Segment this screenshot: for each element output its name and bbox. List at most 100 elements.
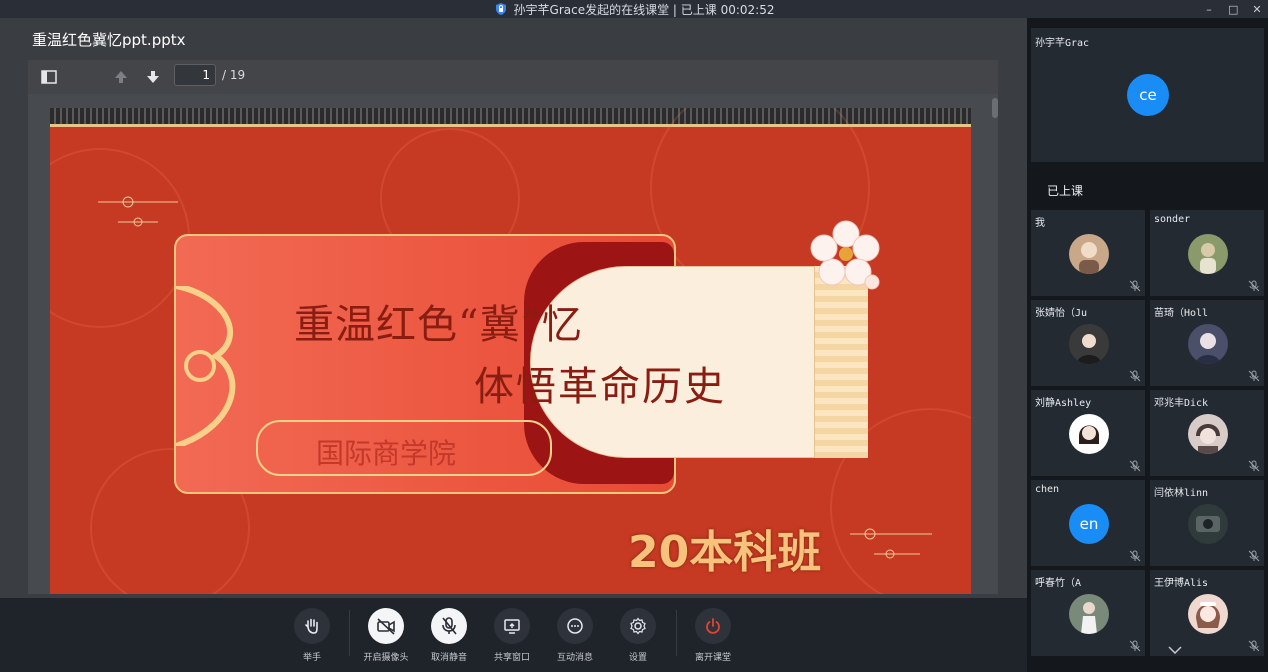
cloud-ornament-icon — [850, 528, 932, 559]
mic-off-icon — [1248, 370, 1260, 382]
avatar — [1188, 324, 1228, 364]
meeting-controls: 举手 开启摄像头 取消静音 共享窗口 互动消息 设置 离开课堂 — [0, 598, 1027, 672]
chat-button[interactable]: 互动消息 — [545, 608, 605, 663]
avatar — [1069, 234, 1109, 274]
document-title: 重温红色冀忆ppt.pptx — [32, 31, 186, 49]
chevron-down-icon[interactable] — [1168, 646, 1182, 654]
power-icon — [706, 618, 720, 634]
participant-name: sonder — [1154, 214, 1191, 225]
cloud-pattern — [50, 148, 190, 328]
viewer-scrollbar[interactable] — [992, 98, 998, 118]
participant-tile[interactable]: 苗琦（Holl — [1150, 300, 1264, 386]
leave-class-button[interactable]: 离开课堂 — [683, 608, 743, 663]
participant-tile[interactable]: 我 — [1031, 210, 1145, 296]
avatar — [1188, 594, 1228, 634]
controls-divider — [349, 610, 350, 656]
mic-off-icon — [1248, 280, 1260, 292]
share-window-button[interactable]: 共享窗口 — [482, 608, 542, 663]
avatar — [1188, 414, 1228, 454]
share-label: 共享窗口 — [493, 653, 530, 663]
chat-icon — [567, 618, 583, 634]
shield-icon — [495, 3, 506, 15]
participant-tile[interactable]: 邓兆丰Dick — [1150, 390, 1264, 476]
title-scroll-edge — [814, 266, 868, 458]
camera-toggle-button[interactable]: 开启摄像头 — [356, 608, 416, 663]
next-page-button[interactable] — [142, 66, 164, 88]
slide-canvas: 重温红色“冀”忆 体悟革命历史 国际商学院 20本科班 — [50, 108, 971, 594]
leave-label: 离开课堂 — [694, 653, 731, 663]
gear-icon — [630, 617, 646, 635]
raise-hand-button[interactable]: 举手 — [282, 608, 342, 663]
plum-blossom-icon — [810, 220, 880, 290]
participant-name: 刘静Ashley — [1035, 398, 1092, 409]
mic-off-icon — [1248, 550, 1260, 562]
arrow-up-icon — [115, 71, 127, 83]
sidebar-icon — [41, 70, 57, 84]
teacher-name: 孙宇芊Grac — [1035, 38, 1090, 49]
screen-share-icon — [504, 619, 520, 634]
mic-off-icon — [1248, 460, 1260, 472]
settings-label: 设置 — [628, 653, 647, 663]
mute-toggle-button[interactable]: 取消静音 — [419, 608, 479, 663]
avatar — [1188, 504, 1228, 544]
mic-off-icon — [1129, 550, 1141, 562]
viewer-toolbar: 1 / 19 — [28, 60, 998, 94]
chat-label: 互动消息 — [556, 653, 593, 663]
participant-tile[interactable]: 闫依林linn — [1150, 480, 1264, 566]
slide-class-label: 20本科班 — [628, 527, 822, 578]
mic-off-icon — [1129, 370, 1141, 382]
hand-icon — [305, 618, 318, 634]
slide-viewer[interactable]: 重温红色“冀”忆 体悟革命历史 国际商学院 20本科班 — [28, 94, 998, 594]
teacher-video-tile[interactable]: 孙宇芊Grac ce — [1031, 28, 1264, 162]
participant-name: 我 — [1035, 218, 1045, 229]
participant-name: 呼春竹（A — [1035, 578, 1082, 589]
settings-button[interactable]: 设置 — [608, 608, 668, 663]
participant-tile[interactable]: sonder — [1150, 210, 1264, 296]
participant-tile[interactable]: 呼春竹（A — [1031, 570, 1145, 656]
avatar: en — [1069, 504, 1109, 544]
participant-name: 王伊博Alis — [1154, 578, 1209, 589]
participant-name: 张婧怡（Ju — [1035, 308, 1088, 319]
slide-title-line2: 体悟革命历史 — [474, 364, 726, 410]
page-number-input[interactable]: 1 — [174, 64, 216, 86]
participant-panel: 孙宇芊Grac ce 已上课 我 sonder 张婧怡（Ju 苗琦（Holl 刘… — [1027, 18, 1268, 672]
sidebar-toggle-button[interactable] — [38, 66, 60, 88]
camera-label: 开启摄像头 — [363, 653, 409, 663]
slide-title-line1: 重温红色“冀”忆 — [294, 302, 583, 348]
presentation-area: 重温红色冀忆ppt.pptx 1 / 19 重温红色“冀”忆 体悟革命历史 国际… — [0, 18, 1027, 598]
mic-off-icon — [1129, 460, 1141, 472]
window-title: 孙宇芊Grace发起的在线课堂 | 已上课 00:02:52 — [513, 2, 775, 17]
avatar — [1069, 414, 1109, 454]
participant-name: chen — [1035, 484, 1060, 495]
participant-tile[interactable]: 张婧怡（Ju — [1031, 300, 1145, 386]
section-heading: 已上课 — [1047, 184, 1084, 198]
participant-name: 闫依林linn — [1154, 488, 1209, 499]
minimize-button[interactable]: – — [1204, 3, 1214, 16]
participant-name: 邓兆丰Dick — [1154, 398, 1209, 409]
window-titlebar: 孙宇芊Grace发起的在线课堂 | 已上课 00:02:52 – □ ✕ — [0, 0, 1268, 18]
avatar — [1188, 234, 1228, 274]
participant-name: 苗琦（Holl — [1154, 308, 1209, 319]
avatar — [1069, 324, 1109, 364]
avatar — [1069, 594, 1109, 634]
mic-off-icon — [1248, 640, 1260, 652]
mic-off-icon — [442, 617, 457, 635]
controls-divider — [676, 610, 677, 656]
page-total: / 19 — [222, 68, 246, 82]
close-button[interactable]: ✕ — [1252, 3, 1262, 16]
teacher-avatar: ce — [1127, 74, 1169, 116]
participant-tile[interactable]: chen en — [1031, 480, 1145, 566]
arrow-down-icon — [147, 71, 159, 83]
cloud-scroll-icon — [176, 286, 236, 446]
camera-off-icon — [377, 618, 395, 635]
mic-off-icon — [1129, 640, 1141, 652]
mute-label: 取消静音 — [430, 653, 467, 663]
participant-tile[interactable]: 王伊博Alis — [1150, 570, 1264, 656]
mic-off-icon — [1129, 280, 1141, 292]
raise-hand-label: 举手 — [302, 653, 321, 663]
participant-tile[interactable]: 刘静Ashley — [1031, 390, 1145, 476]
previous-page-button[interactable] — [110, 66, 132, 88]
maximize-button[interactable]: □ — [1228, 3, 1238, 16]
slide-school-name: 国际商学院 — [316, 437, 457, 470]
cloud-ornament-icon — [98, 196, 178, 227]
